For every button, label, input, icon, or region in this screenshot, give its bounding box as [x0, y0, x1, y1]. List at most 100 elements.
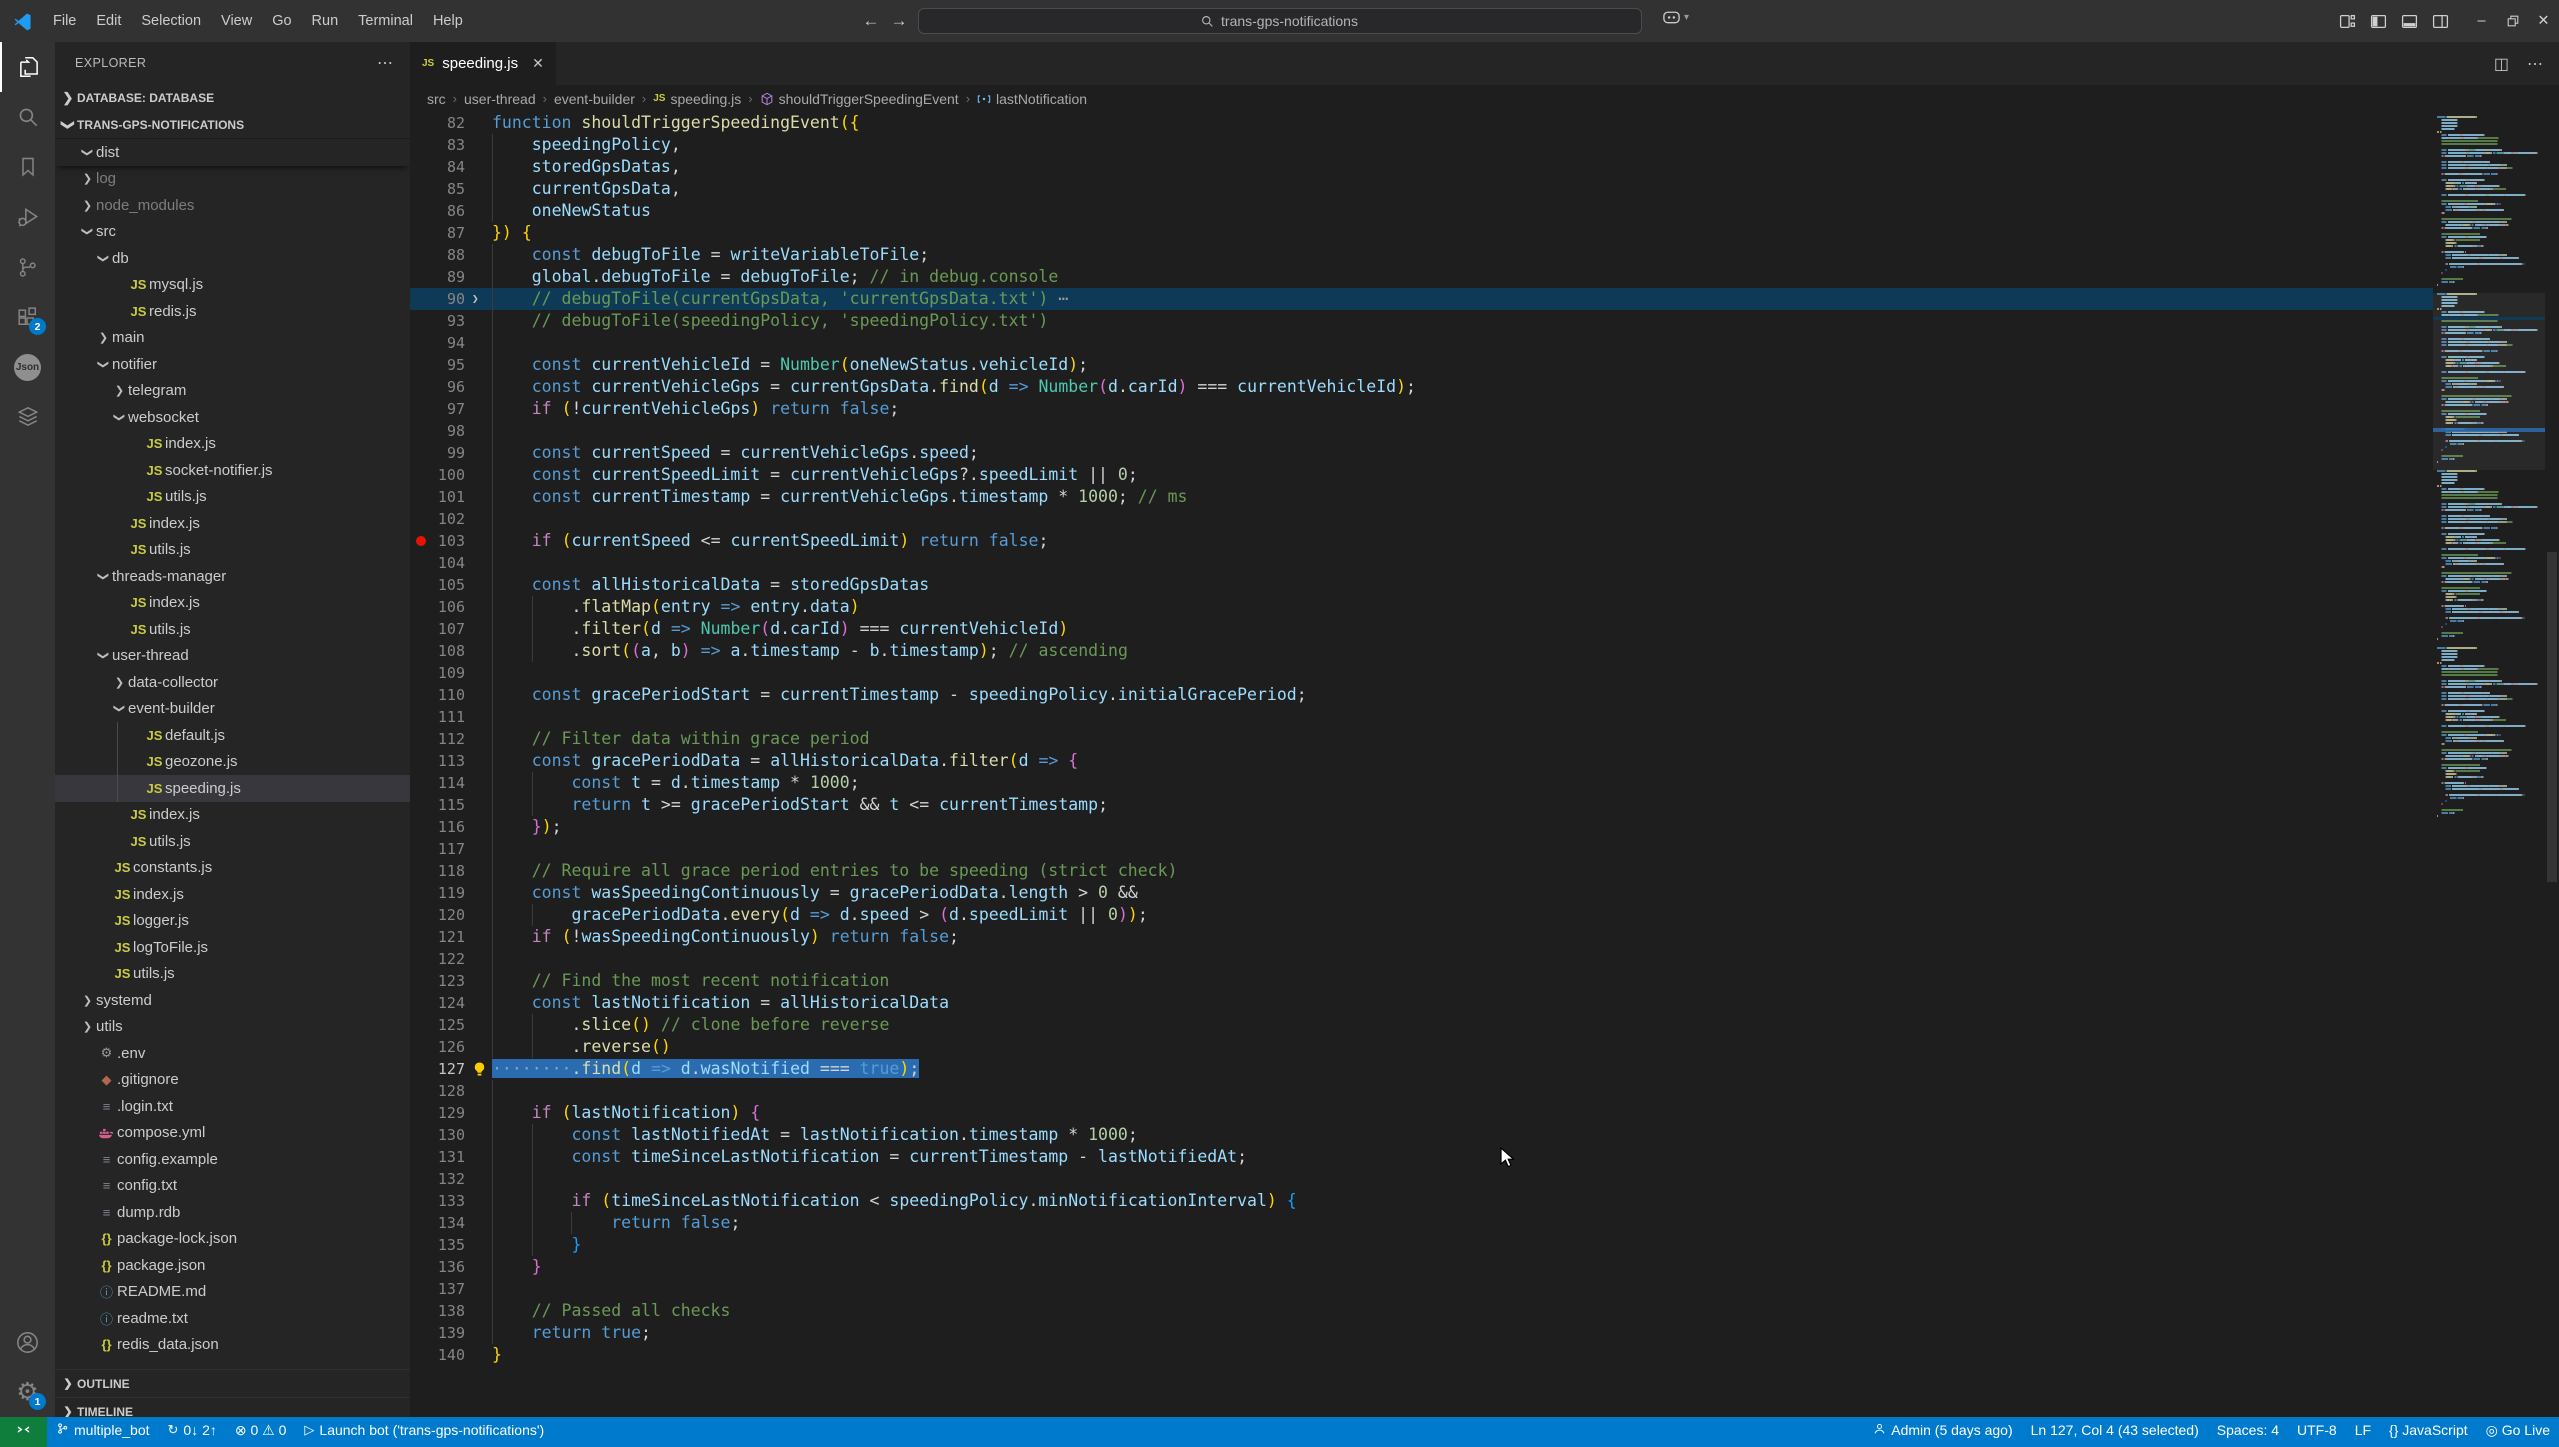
tree-item-package.json[interactable]: {}package.json — [55, 1252, 410, 1279]
code-line-87[interactable]: 87}) { — [410, 222, 2433, 244]
code-line-93[interactable]: 93 // debugToFile(speedingPolicy, 'speed… — [410, 310, 2433, 332]
vertical-scrollbar[interactable] — [2545, 112, 2559, 1425]
gutter[interactable]: 132 — [410, 1168, 492, 1190]
menu-go[interactable]: Go — [262, 0, 301, 42]
code-line-82[interactable]: 82function shouldTriggerSpeedingEvent({ — [410, 112, 2433, 134]
gutter[interactable]: 119 — [410, 882, 492, 904]
gutter[interactable]: 115 — [410, 794, 492, 816]
explorer-actions-icon[interactable]: ⋯ — [377, 53, 394, 73]
section-project-root[interactable]: ❯ TRANS-GPS-NOTIFICATIONS — [55, 112, 410, 139]
settings-gear-icon[interactable]: ⚙ 1 — [0, 1367, 55, 1417]
code-editor[interactable]: 82function shouldTriggerSpeedingEvent({8… — [410, 112, 2559, 1425]
tab-speeding-js[interactable]: JS speeding.js ✕ — [410, 42, 557, 85]
code-line-112[interactable]: 112 // Filter data within grace period — [410, 728, 2433, 750]
gutter[interactable]: 108 — [410, 640, 492, 662]
status-indentation[interactable]: Spaces: 4 — [2208, 1417, 2288, 1447]
tree-item-speeding.js[interactable]: JSspeeding.js — [55, 775, 410, 802]
tree-item-systemd[interactable]: ❯systemd — [55, 987, 410, 1014]
explorer-icon[interactable] — [0, 42, 55, 92]
gutter[interactable]: 114 — [410, 772, 492, 794]
layers-icon[interactable] — [0, 392, 55, 442]
gutter[interactable]: 134 — [410, 1212, 492, 1234]
tree-item-index.js[interactable]: JSindex.js — [55, 510, 410, 537]
gutter[interactable]: 121 — [410, 926, 492, 948]
gutter[interactable]: 118 — [410, 860, 492, 882]
tree-item-default.js[interactable]: JSdefault.js — [55, 722, 410, 749]
menu-run[interactable]: Run — [302, 0, 349, 42]
code-line-125[interactable]: 125 .slice() // clone before reverse — [410, 1014, 2433, 1036]
code-lines[interactable]: 82function shouldTriggerSpeedingEvent({8… — [410, 112, 2433, 1366]
code-line-131[interactable]: 131 const timeSinceLastNotification = cu… — [410, 1146, 2433, 1168]
tree-item-main[interactable]: ❯main — [55, 325, 410, 352]
breadcrumb-item-src[interactable]: src — [427, 91, 446, 107]
command-center-search[interactable]: trans-gps-notifications — [918, 8, 1642, 34]
gutter[interactable]: 125 — [410, 1014, 492, 1036]
code-line-108[interactable]: 108 .sort((a, b) => a.timestamp - b.time… — [410, 640, 2433, 662]
code-line-120[interactable]: 120 gracePeriodData.every(d => d.speed >… — [410, 904, 2433, 926]
tree-item-logToFile.js[interactable]: JSlogToFile.js — [55, 934, 410, 961]
gutter[interactable]: 137 — [410, 1278, 492, 1300]
gutter[interactable]: 130 — [410, 1124, 492, 1146]
gutter[interactable]: 129 — [410, 1102, 492, 1124]
menu-file[interactable]: File — [43, 0, 86, 42]
menu-view[interactable]: View — [211, 0, 262, 42]
breadcrumb-item-shouldTriggerSpeedingEvent[interactable]: shouldTriggerSpeedingEvent — [760, 91, 959, 107]
tree-item-constants.js[interactable]: JSconstants.js — [55, 855, 410, 882]
gutter[interactable]: 105 — [410, 574, 492, 596]
gutter[interactable]: 138 — [410, 1300, 492, 1322]
tree-item-utils.js[interactable]: JSutils.js — [55, 961, 410, 988]
tree-item-index.js[interactable]: JSindex.js — [55, 802, 410, 829]
tree-item-config.txt[interactable]: ≡config.txt — [55, 1173, 410, 1200]
code-line-104[interactable]: 104 — [410, 552, 2433, 574]
tree-item-index.js[interactable]: JSindex.js — [55, 431, 410, 458]
code-line-100[interactable]: 100 const currentSpeedLimit = currentVeh… — [410, 464, 2433, 486]
status-go-live[interactable]: ◎ Go Live — [2477, 1417, 2559, 1447]
code-line-83[interactable]: 83 speedingPolicy, — [410, 134, 2433, 156]
code-line-137[interactable]: 137 — [410, 1278, 2433, 1300]
code-line-128[interactable]: 128 — [410, 1080, 2433, 1102]
gutter[interactable]: 103 — [410, 530, 492, 552]
gutter[interactable]: 124 — [410, 992, 492, 1014]
gutter[interactable]: 123 — [410, 970, 492, 992]
editor-more-actions-icon[interactable]: ⋯ — [2527, 54, 2543, 74]
code-line-135[interactable]: 135 } — [410, 1234, 2433, 1256]
code-line-102[interactable]: 102 — [410, 508, 2433, 530]
tree-item-.env[interactable]: ⚙.env — [55, 1040, 410, 1067]
tree-item-.login.txt[interactable]: ≡.login.txt — [55, 1093, 410, 1120]
code-line-101[interactable]: 101 const currentTimestamp = currentVehi… — [410, 486, 2433, 508]
tree-item-utils.js[interactable]: JSutils.js — [55, 828, 410, 855]
tree-item-utils.js[interactable]: JSutils.js — [55, 616, 410, 643]
tree-item-compose.yml[interactable]: compose.yml — [55, 1120, 410, 1147]
gutter[interactable]: 133 — [410, 1190, 492, 1212]
gutter[interactable]: 88 — [410, 244, 492, 266]
code-line-88[interactable]: 88 const debugToFile = writeVariableToFi… — [410, 244, 2433, 266]
code-line-132[interactable]: 132 — [410, 1168, 2433, 1190]
gutter[interactable]: 101 — [410, 486, 492, 508]
code-line-85[interactable]: 85 currentGpsData, — [410, 178, 2433, 200]
tree-item-node_modules[interactable]: ❯node_modules — [55, 192, 410, 219]
status-eol[interactable]: LF — [2346, 1417, 2380, 1447]
code-line-110[interactable]: 110 const gracePeriodStart = currentTime… — [410, 684, 2433, 706]
tree-item-geozone.js[interactable]: JSgeozone.js — [55, 749, 410, 776]
tree-item-log[interactable]: ❯log — [55, 166, 410, 193]
status-launch[interactable]: ▷Launch bot ('trans-gps-notifications') — [295, 1417, 553, 1447]
nav-forward-icon[interactable]: → — [886, 0, 912, 42]
gutter[interactable]: 140 — [410, 1344, 492, 1366]
copilot-menu[interactable]: ▾ — [1662, 9, 1689, 25]
section-database[interactable]: ❯ DATABASE: DATABASE — [55, 84, 410, 112]
code-line-118[interactable]: 118 // Require all grace period entries … — [410, 860, 2433, 882]
nav-back-icon[interactable]: ← — [858, 0, 884, 42]
tree-item-utils.js[interactable]: JSutils.js — [55, 537, 410, 564]
tree-item-README.md[interactable]: ⓘREADME.md — [55, 1279, 410, 1306]
tree-item-dump.rdb[interactable]: ≡dump.rdb — [55, 1199, 410, 1226]
code-line-98[interactable]: 98 — [410, 420, 2433, 442]
status-cursor-position[interactable]: Ln 127, Col 4 (43 selected) — [2022, 1417, 2208, 1447]
code-line-103[interactable]: 103 if (currentSpeed <= currentSpeedLimi… — [410, 530, 2433, 552]
json-viewer-icon[interactable]: Json — [0, 342, 55, 392]
code-line-138[interactable]: 138 // Passed all checks — [410, 1300, 2433, 1322]
code-line-140[interactable]: 140} — [410, 1344, 2433, 1366]
account-icon[interactable] — [0, 1317, 55, 1367]
source-control-icon[interactable] — [0, 242, 55, 292]
bookmarks-icon[interactable] — [0, 142, 55, 192]
code-line-122[interactable]: 122 — [410, 948, 2433, 970]
